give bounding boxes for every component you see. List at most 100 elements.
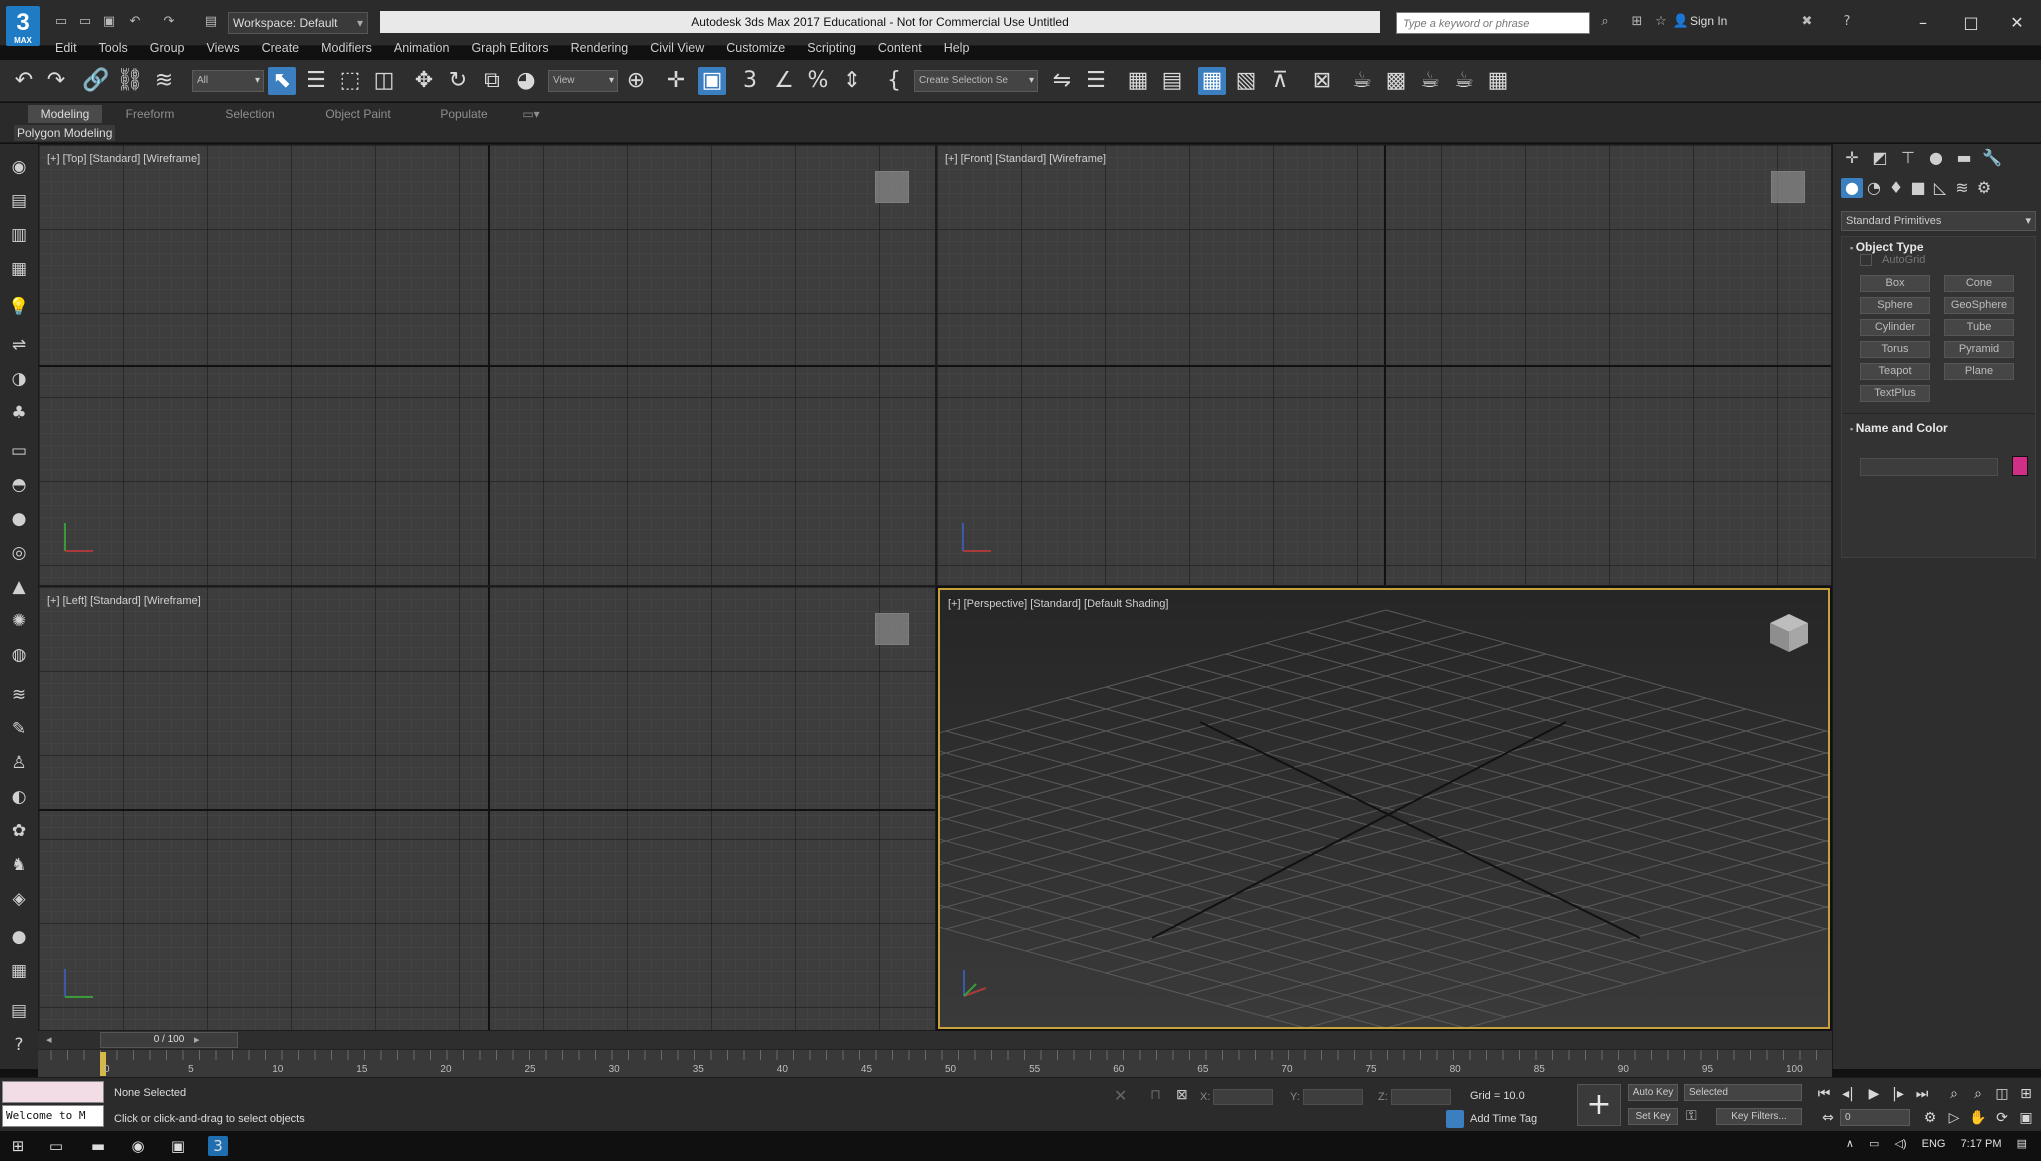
go-to-start-icon[interactable]: ⏮ <box>1814 1086 1834 1102</box>
reference-coord-select[interactable]: View <box>548 70 618 92</box>
tab-freeform[interactable]: Freeform <box>112 105 188 123</box>
undo-icon[interactable]: ↶ <box>126 14 144 30</box>
language-indicator[interactable]: ENG <box>1922 1138 1946 1150</box>
geometry-icon[interactable]: ● <box>1841 178 1863 198</box>
a360-gallery-icon[interactable]: ▦ <box>1484 67 1512 95</box>
x-coordinate-field[interactable] <box>1213 1089 1274 1105</box>
rotate-icon[interactable]: ↻ <box>444 67 472 95</box>
open-file-icon[interactable]: ▭ <box>76 14 94 30</box>
new-scene-icon[interactable]: ▭ <box>52 14 70 30</box>
tube-button[interactable]: Tube <box>1944 319 2014 336</box>
set-key-button[interactable]: Set Key <box>1628 1108 1678 1125</box>
maxscript-listener-input[interactable] <box>2 1081 104 1103</box>
x-coordinate[interactable]: X: <box>1200 1089 1274 1105</box>
move-icon[interactable]: ✥ <box>410 67 438 95</box>
ribbon-options-icon[interactable]: ▭▾ <box>514 105 548 123</box>
viewcube-icon[interactable] <box>875 171 909 203</box>
redo-icon[interactable]: ↷ <box>42 67 70 95</box>
set-key-plus-button[interactable]: + <box>1577 1084 1621 1126</box>
object-type-title[interactable]: Object Type <box>1850 240 1924 254</box>
eye-icon[interactable]: ◉ <box>8 156 30 178</box>
y-coordinate[interactable]: Y: <box>1290 1089 1363 1105</box>
align-icon[interactable]: ☰ <box>1082 67 1110 95</box>
viewcube-icon[interactable] <box>1766 610 1812 656</box>
z-coordinate-field[interactable] <box>1390 1089 1451 1105</box>
geosphere-button[interactable]: GeoSphere <box>1944 297 2014 314</box>
name-and-color-title[interactable]: Name and Color <box>1850 421 1948 435</box>
maxscript-output[interactable]: Welcome to M <box>2 1105 104 1127</box>
file-explorer-icon[interactable]: ▬ <box>88 1136 108 1156</box>
key-mode-toggle-icon[interactable]: ⇔ <box>1818 1110 1838 1126</box>
viewport-front[interactable]: [+] [Front] [Standard] [Wireframe] <box>936 144 1832 586</box>
time-tag-icon[interactable] <box>1446 1110 1464 1128</box>
menu-item[interactable]: Civil View <box>639 37 715 59</box>
brush-icon[interactable]: ✎ <box>8 718 30 740</box>
y-coordinate-field[interactable] <box>1302 1089 1363 1105</box>
light-icon[interactable]: 💡 <box>8 296 30 318</box>
rendered-frame-icon[interactable]: ▩ <box>1382 67 1410 95</box>
binoculars-icon[interactable]: ⌕ <box>1596 14 1614 30</box>
create-tab-icon[interactable]: ✛ <box>1841 148 1863 168</box>
exchange-icon[interactable]: ✖ <box>1798 14 1816 30</box>
material-ball-icon[interactable]: ◍ <box>8 644 30 666</box>
cone-button[interactable]: Cone <box>1944 275 2014 292</box>
lock-icon[interactable]: ⊓ <box>1150 1086 1161 1103</box>
container-icon[interactable]: ⇌ <box>8 334 30 356</box>
named-selection-select[interactable]: Create Selection Se <box>914 70 1038 92</box>
layer-explorer-icon[interactable]: ▤ <box>1158 67 1186 95</box>
powerpoint-icon[interactable]: ▣ <box>168 1136 188 1156</box>
save-file-icon[interactable]: ▣ <box>100 14 118 30</box>
maximize-viewport-icon[interactable]: ▣ <box>2016 1110 2036 1126</box>
shapes-icon[interactable]: ◔ <box>1863 178 1885 198</box>
material-editor-icon[interactable]: ⊠ <box>1308 67 1336 95</box>
close-button[interactable]: ✕ <box>1994 8 2040 38</box>
pivot-center-icon[interactable]: ⊕ <box>622 67 650 95</box>
previous-frame-icon[interactable]: ◂| <box>1838 1086 1858 1102</box>
biped-icon[interactable]: ♙ <box>8 752 30 774</box>
task-view-icon[interactable]: ▭ <box>46 1136 66 1156</box>
unlink-icon[interactable]: ⛓ <box>116 67 144 95</box>
plant-icon[interactable]: ✿ <box>8 820 30 842</box>
lightbulb-icon[interactable]: ✺ <box>8 610 30 632</box>
helpers-icon[interactable]: ◺ <box>1929 178 1951 198</box>
auto-key-button[interactable]: Auto Key <box>1628 1084 1678 1101</box>
menu-item[interactable]: Group <box>139 37 196 59</box>
angle-snap-icon[interactable]: ∠ <box>770 67 798 95</box>
place-icon[interactable]: ◕ <box>512 67 540 95</box>
redo-icon[interactable]: ↷ <box>160 14 178 30</box>
fov-icon[interactable]: ▷ <box>1944 1110 1964 1126</box>
menu-item[interactable]: Scripting <box>796 37 867 59</box>
z-coordinate[interactable]: Z: <box>1378 1089 1451 1105</box>
track-bar[interactable]: 0 5 10 15 20 25 30 35 40 45 50 55 60 65 70 75 80 85 90 95 10… <box>38 1049 1832 1077</box>
play-icon[interactable]: ▶ <box>1864 1086 1884 1102</box>
project-folder-icon[interactable]: ▤ <box>202 14 220 30</box>
help-circle-icon[interactable]: ? <box>8 1034 30 1056</box>
isolate-icon[interactable]: ✕ <box>1114 1086 1127 1106</box>
display-tab-icon[interactable]: ▬ <box>1953 148 1975 168</box>
schematic-view-icon[interactable]: ⊼ <box>1266 67 1294 95</box>
menu-item[interactable]: Animation <box>383 37 461 59</box>
link-icon[interactable]: 🔗 <box>82 67 110 95</box>
white-sphere-icon[interactable]: ● <box>8 926 30 948</box>
viewcube-icon[interactable] <box>875 613 909 645</box>
viewport-front-label[interactable]: [+] [Front] [Standard] [Wireframe] <box>945 153 1106 165</box>
key-filters-button[interactable]: Key Filters... <box>1716 1108 1802 1125</box>
zoom-extents-all-icon[interactable]: ⊞ <box>2016 1086 2036 1102</box>
frame-icon[interactable]: ▭ <box>8 440 30 462</box>
curve-editor-icon[interactable]: ▧ <box>1232 67 1260 95</box>
add-time-tag-button[interactable]: Add Time Tag <box>1470 1113 1537 1125</box>
spinner-snap-icon[interactable]: ⇕ <box>838 67 866 95</box>
globe-icon[interactable]: ◐ <box>8 786 30 808</box>
menu-item[interactable]: Content <box>867 37 933 59</box>
orbit-icon[interactable]: ⟳ <box>1992 1110 2012 1126</box>
menu-item[interactable]: Help <box>933 37 981 59</box>
app-menu-button[interactable]: 3 MAX <box>6 6 40 46</box>
tab-object-paint[interactable]: Object Paint <box>310 105 406 123</box>
modify-tab-icon[interactable]: ◩ <box>1869 148 1891 168</box>
selection-filter-select[interactable]: All <box>192 70 264 92</box>
dome-icon[interactable]: ◓ <box>8 474 30 496</box>
lights-icon[interactable]: ♦ <box>1885 178 1907 198</box>
chrome-icon[interactable]: ◉ <box>128 1136 148 1156</box>
menu-item[interactable]: Create <box>251 37 311 59</box>
absolute-mode-icon[interactable]: ⊠ <box>1176 1086 1188 1103</box>
